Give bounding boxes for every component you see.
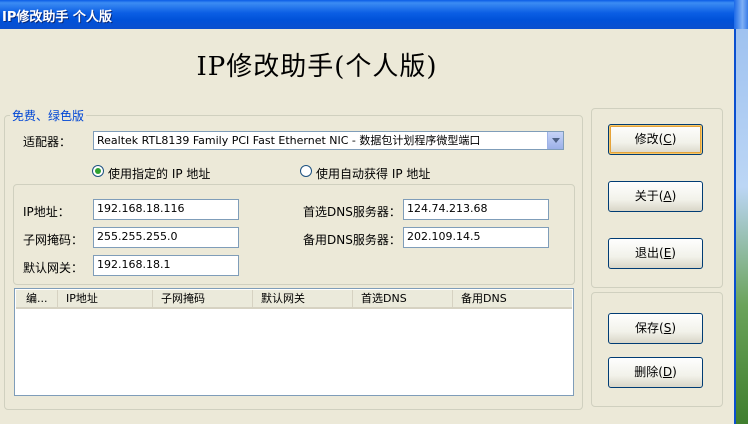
column-header-dns1[interactable]: 首选DNS — [353, 290, 453, 307]
config-group — [591, 292, 723, 407]
dhcp-radio[interactable] — [300, 165, 312, 177]
adapter-select[interactable]: Realtek RTL8139 Family PCI Fast Ethernet… — [93, 131, 564, 150]
adapter-label: 适配器： — [23, 135, 72, 149]
delete-button[interactable]: 删除(D) — [608, 357, 703, 388]
modify-button[interactable]: 修改(C) — [608, 124, 703, 155]
gateway-input[interactable]: 192.168.18.1 — [93, 255, 239, 276]
group-label: 免费、绿色版 — [10, 107, 87, 124]
exit-button[interactable]: 退出(E) — [608, 238, 703, 269]
chevron-down-icon[interactable] — [547, 132, 563, 149]
about-button[interactable]: 关于(A) — [608, 181, 703, 212]
column-header-dns2[interactable]: 备用DNS — [453, 290, 572, 307]
mask-input[interactable]: 255.255.255.0 — [93, 227, 239, 248]
column-header-mask[interactable]: 子网掩码 — [153, 290, 253, 307]
app-heading: IP修改助手(个人版) — [196, 52, 438, 82]
radio-selected-dot — [95, 168, 101, 174]
static-ip-label[interactable]: 使用指定的 IP 地址 — [108, 165, 210, 182]
dns2-label: 备用DNS服务器： — [303, 233, 401, 247]
save-button[interactable]: 保存(S) — [608, 313, 703, 344]
column-header-ip[interactable]: IP地址 — [58, 290, 153, 307]
title-bar[interactable]: IP修改助手 个人版 — [0, 0, 748, 29]
title-bar-edge — [734, 0, 748, 29]
gateway-label: 默认网关： — [23, 261, 84, 275]
dns1-input[interactable]: 124.74.213.68 — [403, 199, 549, 220]
column-header-no[interactable]: 编... — [16, 290, 58, 307]
list-header: 编... IP地址 子网掩码 默认网关 首选DNS 备用DNS — [16, 290, 572, 309]
dns1-label: 首选DNS服务器： — [303, 205, 401, 219]
static-ip-radio[interactable] — [92, 165, 104, 177]
desktop-background — [734, 29, 748, 424]
ip-label: IP地址： — [23, 205, 70, 219]
dns2-input[interactable]: 202.109.14.5 — [403, 227, 549, 248]
mask-label: 子网掩码： — [23, 233, 84, 247]
dhcp-label[interactable]: 使用自动获得 IP 地址 — [316, 165, 430, 182]
column-header-gateway[interactable]: 默认网关 — [253, 290, 353, 307]
adapter-value: Realtek RTL8139 Family PCI Fast Ethernet… — [97, 134, 481, 147]
ip-input[interactable]: 192.168.18.116 — [93, 199, 239, 220]
saved-configs-list[interactable]: 编... IP地址 子网掩码 默认网关 首选DNS 备用DNS — [14, 288, 574, 396]
window-title: IP修改助手 个人版 — [2, 10, 112, 25]
